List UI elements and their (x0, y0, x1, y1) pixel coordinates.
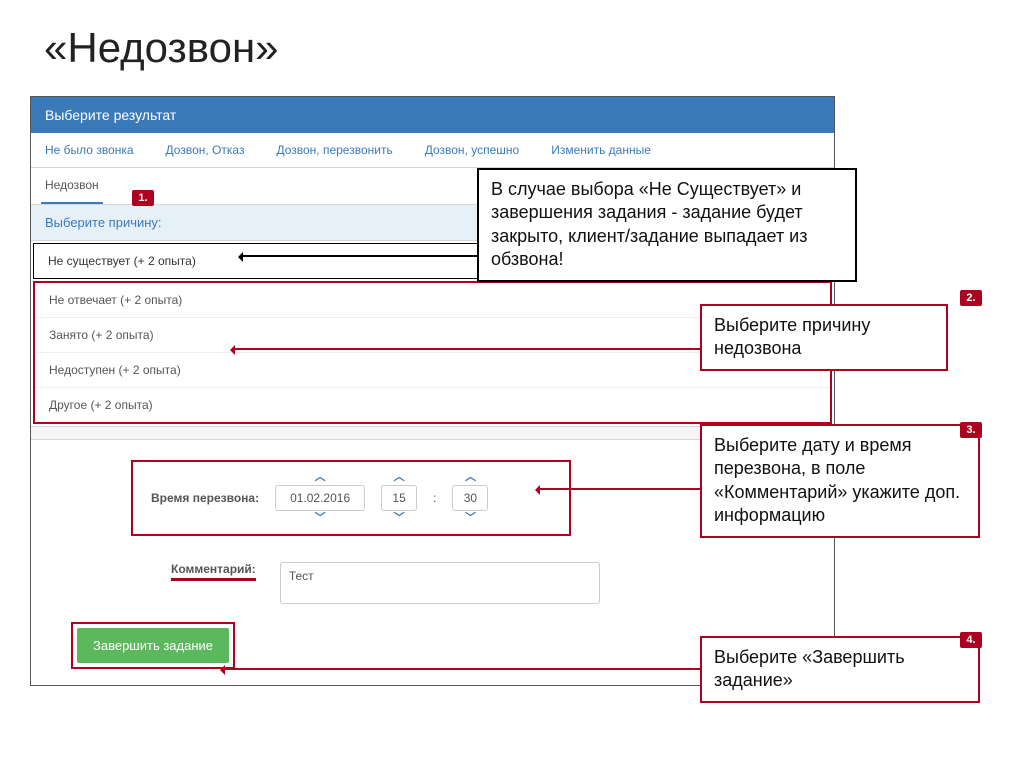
callout-2: Выберите причину недозвона (700, 304, 948, 371)
slide-title: «Недозвон» (0, 0, 1024, 82)
date-spinner: ︿ ﹀ (275, 472, 365, 524)
arrow-1 (243, 255, 477, 257)
finish-highlight: Завершить задание (71, 622, 235, 669)
reason-other[interactable]: Другое (+ 2 опыта) (35, 388, 830, 422)
tab-success[interactable]: Дозвон, успешно (421, 133, 523, 167)
finish-row: Завершить задание (71, 622, 794, 669)
callback-hour-input[interactable] (381, 485, 417, 511)
callout-4: Выберите «Завершить задание» (700, 636, 980, 703)
hour-spinner: ︿ ﹀ (381, 472, 417, 524)
badge-4: 4. (960, 632, 982, 648)
callout-1: В случае выбора «Не Существует» и заверш… (477, 168, 857, 282)
callout-3: Выберите дату и время перезвона, в поле … (700, 424, 980, 538)
callback-label: Время перезвона: (151, 491, 259, 505)
chevron-down-icon[interactable]: ﹀ (465, 513, 476, 524)
comment-input[interactable] (280, 562, 600, 604)
comment-label: Комментарий: (171, 562, 256, 581)
callback-minute-input[interactable] (452, 485, 488, 511)
arrow-2 (235, 348, 700, 350)
chevron-down-icon[interactable]: ﹀ (315, 513, 326, 524)
minute-spinner: ︿ ﹀ (452, 472, 488, 524)
comment-row: Комментарий: (171, 562, 794, 604)
tab-callback[interactable]: Дозвон, перезвонить (272, 133, 396, 167)
finish-button[interactable]: Завершить задание (77, 628, 229, 663)
chevron-down-icon[interactable]: ﹀ (394, 513, 405, 524)
arrow-4 (225, 668, 700, 670)
badge-2: 2. (960, 290, 982, 306)
callback-time-row: Время перезвона: ︿ ﹀ ︿ ﹀ : ︿ ﹀ (131, 460, 571, 536)
tab-edit[interactable]: Изменить данные (547, 133, 655, 167)
tab-no-call[interactable]: Не было звонка (41, 133, 138, 167)
tab-nedozvon[interactable]: Недозвон (41, 168, 103, 204)
time-colon: : (433, 491, 436, 505)
arrow-3 (540, 488, 700, 490)
chevron-up-icon[interactable]: ︿ (465, 472, 476, 483)
chevron-up-icon[interactable]: ︿ (315, 472, 326, 483)
badge-1: 1. (132, 190, 154, 206)
callback-date-input[interactable] (275, 485, 365, 511)
result-tabs: Не было звонка Дозвон, Отказ Дозвон, пер… (31, 133, 834, 168)
tab-refused[interactable]: Дозвон, Отказ (162, 133, 249, 167)
panel-header: Выберите результат (31, 97, 834, 133)
chevron-up-icon[interactable]: ︿ (394, 472, 405, 483)
badge-3: 3. (960, 422, 982, 438)
